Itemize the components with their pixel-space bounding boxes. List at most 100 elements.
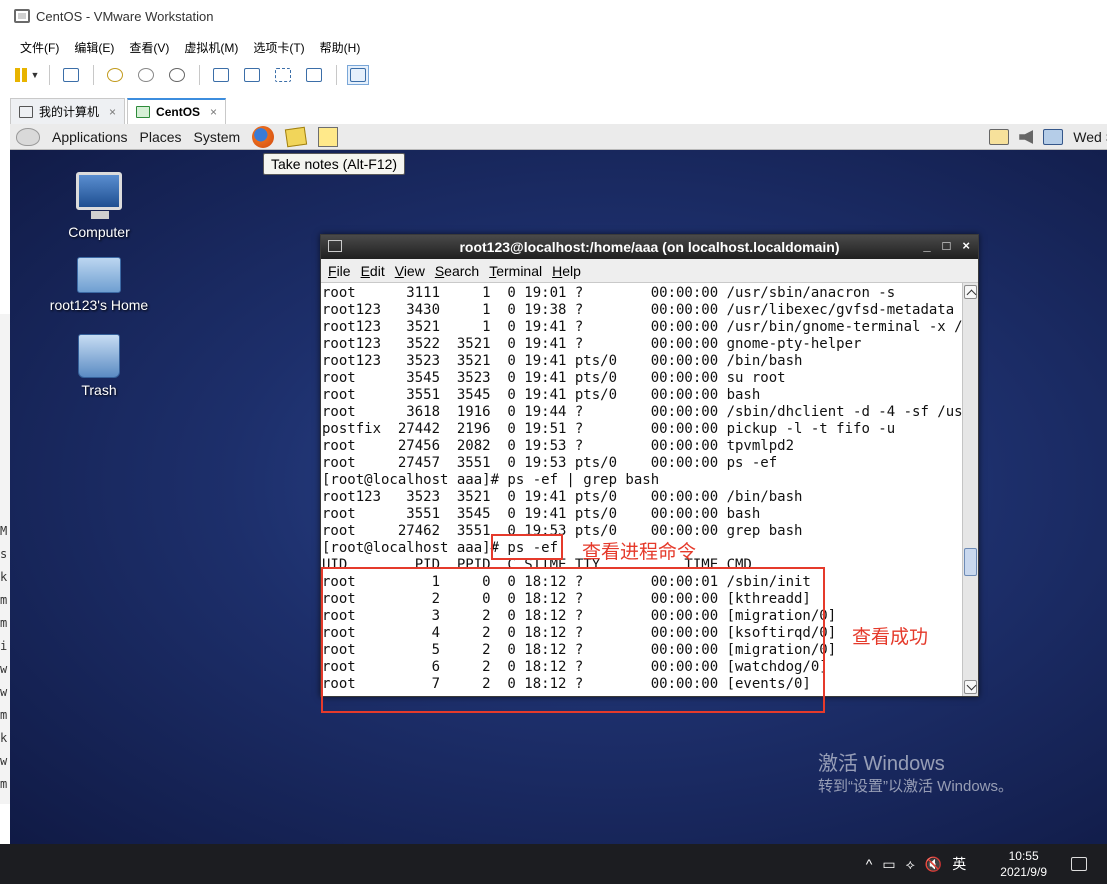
notification-center-icon[interactable]: [1071, 857, 1087, 871]
windows-taskbar: ^ ▭ ⟡ 🔇 英 10:55 2021/9/9: [0, 844, 1107, 884]
desktop-icon-trash[interactable]: Trash: [44, 334, 154, 398]
close-button[interactable]: ×: [962, 238, 970, 253]
battery-icon[interactable]: ▭: [882, 856, 895, 873]
activation-watermark-subtitle: 转到“设置”以激活 Windows。: [818, 778, 1014, 795]
tab-label: 我的计算机: [39, 105, 100, 119]
trash-icon: [78, 334, 120, 378]
maximize-button[interactable]: □: [943, 238, 951, 253]
terminal-scrollbar[interactable]: [962, 283, 978, 696]
clock-time: 10:55: [1008, 849, 1039, 863]
terminal-line: root123 3523 3521 0 19:41 pts/0 00:00:00…: [322, 353, 803, 369]
edge-char: w: [0, 685, 8, 699]
vm-menu-item[interactable]: 查看(V): [129, 39, 169, 56]
terminal-line: root 3545 3523 0 19:41 pts/0 00:00:00 su…: [322, 370, 786, 386]
volume-muted-icon[interactable]: 🔇: [925, 856, 942, 873]
terminal-line: root123 3521 1 0 19:41 ? 00:00:00 /usr/b…: [322, 319, 963, 335]
wifi-icon[interactable]: ⟡: [906, 856, 915, 873]
vm-menu-item[interactable]: 虚拟机(M): [184, 39, 238, 56]
scroll-thumb[interactable]: [964, 548, 977, 576]
tab-my-computer[interactable]: 我的计算机 ×: [10, 98, 126, 124]
updates-icon[interactable]: [989, 129, 1010, 145]
revert-snapshot-button[interactable]: [135, 65, 157, 85]
terminal-menu-file[interactable]: File: [328, 263, 351, 279]
volume-icon[interactable]: [1019, 130, 1034, 144]
console-icon: [350, 68, 366, 82]
text-editor-launcher-icon[interactable]: [318, 126, 339, 147]
terminal-line: root 3618 1916 0 19:44 ? 00:00:00 /sbin/…: [322, 404, 963, 420]
unity-button[interactable]: [303, 65, 325, 85]
tab-centos[interactable]: CentOS ×: [127, 98, 227, 124]
clock-date: 2021/9/9: [1000, 865, 1047, 879]
gnome-tray: Wed S: [989, 124, 1107, 150]
guest-desktop[interactable]: Applications Places System Wed S Take no…: [10, 124, 1107, 844]
vm-menu-item[interactable]: 帮助(H): [320, 39, 361, 56]
send-ctrl-alt-del-button[interactable]: [60, 65, 82, 85]
edge-char: m: [0, 708, 8, 722]
terminal-title-bar[interactable]: root123@localhost:/home/aaa (on localhos…: [321, 235, 978, 259]
annotation-label-command: 查看进程命令: [582, 542, 697, 563]
tab-close-icon[interactable]: ×: [210, 105, 217, 119]
revert-icon: [138, 68, 154, 82]
scroll-down-icon[interactable]: [964, 680, 977, 694]
snapshot-icon: [107, 68, 123, 82]
vm-menu-item[interactable]: 文件(F): [20, 39, 59, 56]
gnome-foot-icon: [16, 127, 40, 146]
terminal-menu-search[interactable]: Search: [435, 263, 479, 279]
desktop-icon-label: Trash: [81, 382, 117, 398]
vm-menu-item[interactable]: 编辑(E): [74, 39, 114, 56]
system-tray: ^ ▭ ⟡ 🔇 英: [866, 854, 977, 874]
minimize-button[interactable]: _: [923, 238, 930, 253]
thumbnail-icon: [244, 68, 260, 82]
terminal-menu-view[interactable]: View: [395, 263, 425, 279]
edge-char: w: [0, 662, 8, 676]
edge-char: i: [0, 639, 8, 653]
unity-icon: [306, 68, 322, 82]
annotation-box-command: [491, 534, 563, 560]
vm-running-icon: [136, 106, 151, 118]
network-icon: [63, 68, 79, 82]
terminal-menu-terminal[interactable]: Terminal: [489, 263, 542, 279]
edge-char: m: [0, 777, 8, 791]
tooltip: Take notes (Alt-F12): [263, 153, 406, 175]
terminal-menu-edit[interactable]: Edit: [361, 263, 385, 279]
panel-clock[interactable]: Wed S: [1073, 129, 1107, 145]
ime-indicator[interactable]: 英: [952, 854, 966, 874]
edge-char: m: [0, 593, 8, 607]
terminal-line: root123 3522 3521 0 19:41 ? 00:00:00 gno…: [322, 336, 862, 352]
menu-system[interactable]: System: [194, 129, 241, 145]
gnome-menus: Applications Places System: [16, 125, 350, 148]
window-title: CentOS - VMware Workstation: [36, 8, 214, 24]
edge-char: k: [0, 570, 8, 584]
edge-char: s: [0, 547, 8, 561]
vmware-app-icon: [14, 9, 30, 23]
desktop-icon-home[interactable]: root123's Home: [44, 257, 154, 313]
notes-launcher-icon[interactable]: [285, 126, 308, 147]
network-icon[interactable]: [1043, 129, 1064, 145]
fullscreen-button[interactable]: [272, 65, 294, 85]
vm-menu-item[interactable]: 选项卡(T): [253, 39, 304, 56]
terminal-line: root 3551 3545 0 19:41 pts/0 00:00:00 ba…: [322, 387, 761, 403]
terminal-menubar: File Edit View Search Terminal Help: [321, 259, 978, 283]
desktop-icon-label: Computer: [68, 224, 130, 240]
edge-char: m: [0, 616, 8, 630]
snapshot-manager-button[interactable]: [166, 65, 188, 85]
power-pause-button[interactable]: ▼: [14, 65, 39, 85]
menu-applications[interactable]: Applications: [52, 129, 128, 145]
thumbnail-view-button[interactable]: [241, 65, 263, 85]
library-view-button[interactable]: [210, 65, 232, 85]
terminal-title: root123@localhost:/home/aaa (on localhos…: [459, 239, 840, 255]
scroll-up-icon[interactable]: [964, 285, 977, 299]
firefox-launcher-icon[interactable]: [252, 125, 275, 148]
tab-close-icon[interactable]: ×: [109, 105, 116, 119]
show-hidden-icons-icon[interactable]: ^: [866, 856, 873, 872]
menu-places[interactable]: Places: [140, 129, 182, 145]
console-view-button[interactable]: [347, 65, 369, 85]
edge-char: w: [0, 754, 8, 768]
snapshot-button[interactable]: [104, 65, 126, 85]
desktop-icon-computer[interactable]: Computer: [44, 172, 154, 240]
vmware-title-bar: CentOS - VMware Workstation: [0, 0, 1107, 32]
taskbar-clock[interactable]: 10:55 2021/9/9: [1000, 848, 1047, 880]
terminal-menu-help[interactable]: Help: [552, 263, 581, 279]
terminal-icon: [328, 240, 342, 252]
screen: CentOS - VMware Workstation 文件(F) 编辑(E) 查看…: [0, 0, 1107, 884]
